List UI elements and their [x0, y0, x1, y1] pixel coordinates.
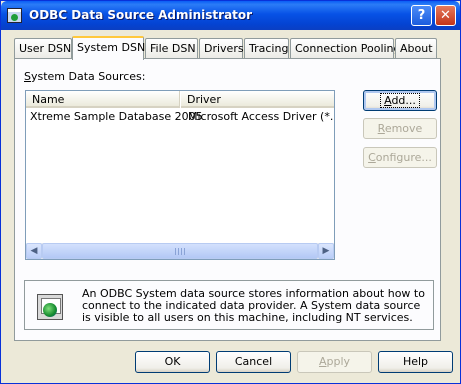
tab-tracing[interactable]: Tracing — [244, 38, 289, 58]
scroll-thumb[interactable] — [42, 243, 318, 259]
add-button[interactable]: Add... — [363, 90, 437, 111]
info-text: An ODBC System data source stores inform… — [82, 287, 425, 324]
data-sources-list[interactable]: Name Driver Xtreme Sample Database 2005 … — [25, 90, 335, 260]
close-title-button[interactable]: ✕ — [435, 5, 456, 26]
system-data-sources-label: System Data Sources: — [24, 70, 146, 83]
title-bar[interactable]: ODBC Data Source Administrator ? ✕ — [1, 1, 460, 30]
help-button[interactable]: Help — [378, 351, 453, 373]
scroll-right-icon[interactable]: ▶ — [318, 243, 334, 259]
ok-button[interactable]: OK — [135, 351, 210, 373]
tab-file-dsn[interactable]: File DSN — [145, 38, 198, 58]
odbc-app-icon — [7, 8, 22, 23]
scroll-left-icon[interactable]: ◀ — [26, 243, 42, 259]
cancel-button[interactable]: Cancel — [216, 351, 291, 373]
horizontal-scrollbar[interactable]: ◀ ▶ — [26, 243, 334, 259]
configure-button[interactable]: Configure... — [363, 147, 437, 168]
tab-user-dsn[interactable]: User DSN — [14, 38, 72, 58]
column-header-driver[interactable]: Driver — [181, 91, 334, 108]
tab-system-dsn[interactable]: System DSN — [72, 36, 145, 60]
tab-about[interactable]: About — [395, 38, 437, 58]
remove-button[interactable]: Remove — [363, 118, 437, 139]
tab-connection-pooling[interactable]: Connection Pooling — [290, 38, 401, 58]
odbc-globe-icon — [37, 294, 63, 320]
apply-button[interactable]: Apply — [297, 351, 372, 373]
list-item-driver[interactable]: Microsoft Access Driver (*.mdb) — [188, 110, 334, 123]
odbc-window: ODBC Data Source Administrator ? ✕ User … — [0, 0, 461, 384]
help-title-button[interactable]: ? — [411, 5, 432, 26]
info-box: An ODBC System data source stores inform… — [24, 280, 434, 330]
column-header-name[interactable]: Name — [26, 91, 180, 108]
scroll-grip-icon — [175, 248, 185, 255]
window-title: ODBC Data Source Administrator — [29, 8, 253, 22]
tab-drivers[interactable]: Drivers — [199, 38, 244, 58]
list-item-name[interactable]: Xtreme Sample Database 2005 — [30, 110, 203, 123]
